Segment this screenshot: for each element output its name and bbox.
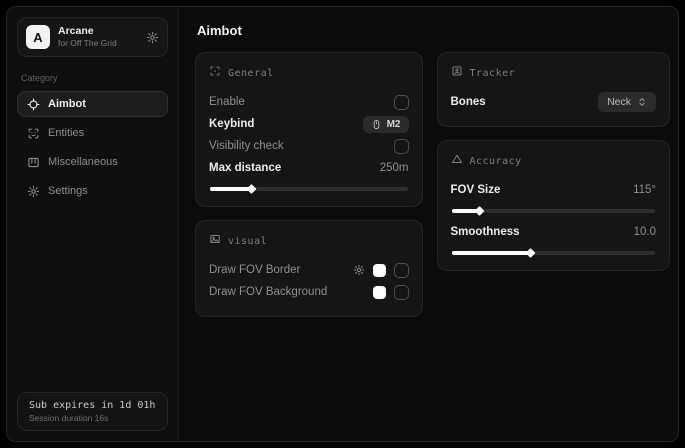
bones-label: Bones <box>451 96 486 108</box>
app-window: A Arcane for Off The Grid Category <box>6 6 679 442</box>
tracker-card: Tracker Bones Neck <box>437 52 671 127</box>
keybind-value: M2 <box>387 119 401 130</box>
card-title: Tracker <box>470 68 516 79</box>
sidebar-item-label: Miscellaneous <box>48 156 118 168</box>
sidebar-item-label: Aimbot <box>48 98 86 110</box>
sidebar-item-miscellaneous[interactable]: Miscellaneous <box>17 149 168 175</box>
slider-fill <box>210 187 251 191</box>
image-icon <box>209 232 221 250</box>
accuracy-card: Accuracy FOV Size 115° Smoothness <box>437 140 671 271</box>
keybind-row: Keybind M2 <box>209 113 409 135</box>
smoothness-row: Smoothness 10.0 <box>451 221 657 243</box>
fov-background-checkbox[interactable] <box>394 285 409 300</box>
triangle-icon <box>451 152 463 170</box>
chevrons-up-down-icon <box>637 97 647 107</box>
app-name: Arcane <box>58 25 138 38</box>
app-logo: A <box>26 25 50 49</box>
smoothness-slider[interactable] <box>452 251 656 255</box>
session-duration-text: Session duration 16s <box>29 413 156 423</box>
app-subtitle: for Off The Grid <box>58 38 138 49</box>
smoothness-label: Smoothness <box>451 226 520 238</box>
general-card: General Enable Keybind M2 <box>195 52 423 207</box>
visibility-check-row: Visibility check <box>209 135 409 157</box>
card-title: visual <box>228 236 267 247</box>
sidebar-item-label: Entities <box>48 127 84 139</box>
fov-size-row: FOV Size 115° <box>451 179 657 201</box>
bones-selected-value: Neck <box>607 96 631 108</box>
card-title: Accuracy <box>470 156 522 167</box>
fov-background-label: Draw FOV Background <box>209 286 327 298</box>
fov-border-checkbox[interactable] <box>394 263 409 278</box>
page-title: Aimbot <box>197 23 670 38</box>
keybind-button[interactable]: M2 <box>363 116 409 133</box>
max-distance-row: Max distance 250m <box>209 157 409 179</box>
gear-icon[interactable] <box>146 31 159 44</box>
fov-size-label: FOV Size <box>451 184 501 196</box>
sidebar-nav: Aimbot Entities <box>17 91 168 204</box>
category-label: Category <box>21 73 164 83</box>
visual-card: visual Draw FOV Border <box>195 220 423 317</box>
fov-border-row: Draw FOV Border <box>209 259 409 281</box>
scan-dot-icon <box>209 64 221 82</box>
sidebar-item-settings[interactable]: Settings <box>17 178 168 204</box>
smoothness-value: 10.0 <box>634 226 656 238</box>
sub-expiry-text: Sub expires in 1d 01h <box>29 400 156 411</box>
sidebar-item-entities[interactable]: Entities <box>17 120 168 146</box>
bones-row: Bones Neck <box>451 91 657 113</box>
card-title: General <box>228 68 274 79</box>
sidebar: A Arcane for Off The Grid Category <box>7 7 179 441</box>
keybind-label: Keybind <box>209 118 254 130</box>
gear-icon <box>27 185 40 198</box>
sidebar-item-label: Settings <box>48 185 88 197</box>
enable-checkbox[interactable] <box>394 95 409 110</box>
subscription-info: Sub expires in 1d 01h Session duration 1… <box>17 392 168 431</box>
enable-row: Enable <box>209 91 409 113</box>
fov-background-color-swatch[interactable] <box>373 286 386 299</box>
enable-label: Enable <box>209 96 245 108</box>
bones-select[interactable]: Neck <box>598 92 656 112</box>
slider-fill <box>452 209 479 213</box>
keyboard-icon <box>27 156 40 169</box>
app-header-card: A Arcane for Off The Grid <box>17 17 168 57</box>
visibility-check-checkbox[interactable] <box>394 139 409 154</box>
sidebar-item-aimbot[interactable]: Aimbot <box>17 91 168 117</box>
max-distance-value: 250m <box>380 162 409 174</box>
gear-icon[interactable] <box>353 264 365 276</box>
visibility-check-label: Visibility check <box>209 140 284 152</box>
slider-thumb[interactable] <box>247 184 257 194</box>
slider-fill <box>452 251 530 255</box>
person-scan-icon <box>451 64 463 82</box>
mouse-icon <box>371 119 382 130</box>
max-distance-slider[interactable] <box>210 187 408 191</box>
main-panel: Aimbot General Enabl <box>179 7 678 441</box>
fov-size-slider[interactable] <box>452 209 656 213</box>
fov-border-color-swatch[interactable] <box>373 264 386 277</box>
crosshair-icon <box>27 98 40 111</box>
scan-face-icon <box>27 127 40 140</box>
fov-background-row: Draw FOV Background <box>209 281 409 303</box>
max-distance-label: Max distance <box>209 162 281 174</box>
fov-size-value: 115° <box>633 184 656 196</box>
fov-border-label: Draw FOV Border <box>209 264 300 276</box>
slider-thumb[interactable] <box>525 248 535 258</box>
